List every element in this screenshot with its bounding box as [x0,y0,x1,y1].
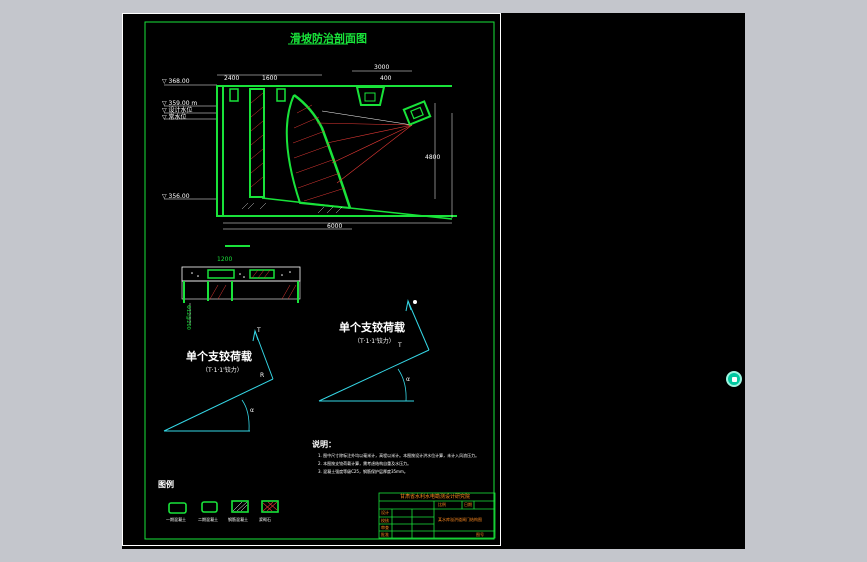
pier-section-view [181,245,301,325]
title-block-scale: 比例 [438,502,446,507]
vector-1-subtitle: （T·1·1'铰力） [202,367,243,374]
drawing-canvas[interactable]: 滑坡防治剖面图 ▽ 368.00 ▽ 359.00 m ▽ 设计水位 ▽ 常水位… [122,13,745,549]
vector-2-title: 单个支铰荷载 [339,321,405,334]
dim-top-3: 3000 [374,64,390,71]
note-item-1: 1. 图中尺寸除标注外均以毫米计，高程以米计。本图按设计洪水位计算，未计入风浪压… [318,453,480,458]
title-block-date: 日期 [464,502,472,507]
legend-item-3: 钢筋混凝土 [228,517,248,522]
elev-top-label: ▽ 368.00 [162,78,190,85]
section-dim-label: 1200 [217,256,233,263]
title-block-org: 甘肃省水利水电勘测设计研究院 [400,494,471,500]
title-block-number: 图号 [476,532,484,537]
legend-item-4: 浆砌石 [259,517,271,522]
dim-small: 400 [380,75,392,82]
note-item-2: 2. 本图按支铰荷载计算，需考虑结构自重及水压力。 [318,461,412,466]
vector-2-angle: α [406,376,410,383]
rebar-note: Φ12@200 [185,305,191,330]
elev-bottom-label: ▽ 356.00 [162,193,190,200]
notes-heading: 说明： [312,440,336,449]
force-vector-diagram-1 [163,329,274,432]
vector-2-subtitle: （T·1·1'铰力） [354,338,395,345]
legend-item-1: 一期混凝土 [166,517,186,522]
note-item-3: 3. 混凝土强度等级C25，钢筋保护层厚度35mm。 [318,469,408,474]
navigation-wheel-icon[interactable] [726,371,742,387]
drawing-title: 滑坡防治剖面图 [290,32,367,45]
vector-1-force: T [257,327,261,334]
dim-top-2: 1600 [262,75,278,82]
vector-1-title: 单个支铰荷载 [186,350,252,363]
nav-wheel-center [732,377,737,382]
elev-water-label-3: ▽ 常水位 [162,114,187,121]
title-block-row-3: 审查 [381,525,389,530]
title-block-row-2: 校核 [381,518,389,523]
dim-right: 4800 [425,154,441,161]
dim-bottom: 6000 [327,223,343,230]
force-vector-diagram-2 [318,299,430,402]
vector-1-r: R [260,372,265,379]
main-section-view [164,43,457,230]
title-block-row-4: 批准 [381,532,389,537]
vector-1-angle: α [250,407,254,414]
title-block-drawing-name: 某水库溢洪道闸门结构图 [438,517,482,522]
dim-top-1: 2400 [224,75,240,82]
vector-2-force: T [398,342,402,349]
sheet-outer-border [122,13,501,546]
drawing-sheet [122,13,501,546]
legend-symbols [168,500,279,514]
legend-item-2: 二期混凝土 [198,517,218,522]
title-block-row-1: 设计 [381,510,389,515]
legend-heading: 图例 [158,480,174,489]
